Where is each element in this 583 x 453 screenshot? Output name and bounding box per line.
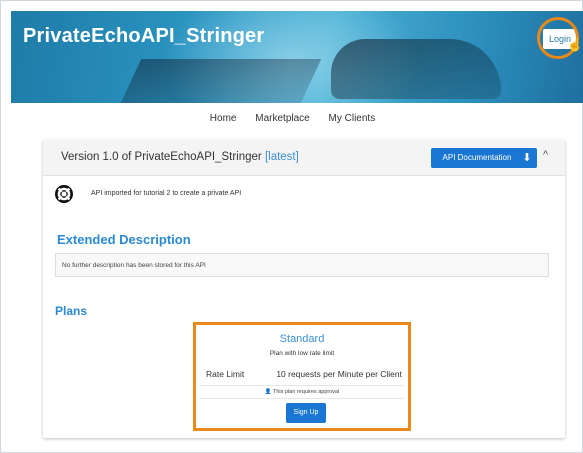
divider [199, 385, 405, 386]
extended-description-box: No further description has been stored f… [55, 253, 549, 277]
card-header: Version 1.0 of PrivateEchoAPI_Stringer [… [43, 140, 565, 176]
nav-item-marketplace[interactable]: Marketplace [255, 113, 309, 124]
version-text: Version 1.0 of PrivateEchoAPI_Stringer [61, 151, 262, 163]
latest-badge: [latest] [264, 151, 299, 163]
download-icon[interactable]: ⬇ [517, 148, 537, 168]
api-documentation-button[interactable]: API Documentation [431, 148, 523, 168]
hand-cursor-icon: ☝ [567, 37, 583, 52]
plan-card-standard: Standard Plan with low rate limit Rate L… [193, 322, 411, 431]
banner-laptop-graphic [120, 59, 322, 103]
plan-name: Standard [279, 333, 325, 345]
approval-text: This plan requires approval [272, 389, 340, 395]
lifebuoy-icon [55, 185, 73, 203]
extended-description-text: No further description has been stored f… [62, 262, 206, 269]
header-banner: PrivateEchoAPI_Stringer [11, 11, 583, 103]
chevron-up-icon[interactable]: ^ [543, 149, 548, 161]
plans-heading: Plans [55, 304, 88, 318]
nav-item-my-clients[interactable]: My Clients [329, 113, 376, 124]
extended-description-heading: Extended Description [57, 232, 191, 247]
plan-description: Plan with low rate limit [269, 350, 335, 357]
approval-note: 👤 This plan requires approval [196, 389, 408, 395]
banner-hand-graphic [331, 39, 501, 99]
sign-up-button[interactable]: Sign Up [286, 403, 326, 423]
site-title: PrivateEchoAPI_Stringer [23, 25, 265, 47]
divider [199, 398, 405, 399]
rate-limit-label: Rate Limit [206, 369, 245, 379]
main-nav: Home Marketplace My Clients [1, 113, 583, 124]
version-title: Version 1.0 of PrivateEchoAPI_Stringer [… [61, 151, 299, 163]
user-icon: 👤 [264, 389, 272, 395]
api-card: Version 1.0 of PrivateEchoAPI_Stringer [… [43, 140, 565, 438]
api-description: API imported for tutorial 2 to create a … [91, 190, 242, 197]
nav-item-home[interactable]: Home [210, 113, 237, 124]
rate-limit-value: 10 requests per Minute per Client [276, 369, 402, 379]
